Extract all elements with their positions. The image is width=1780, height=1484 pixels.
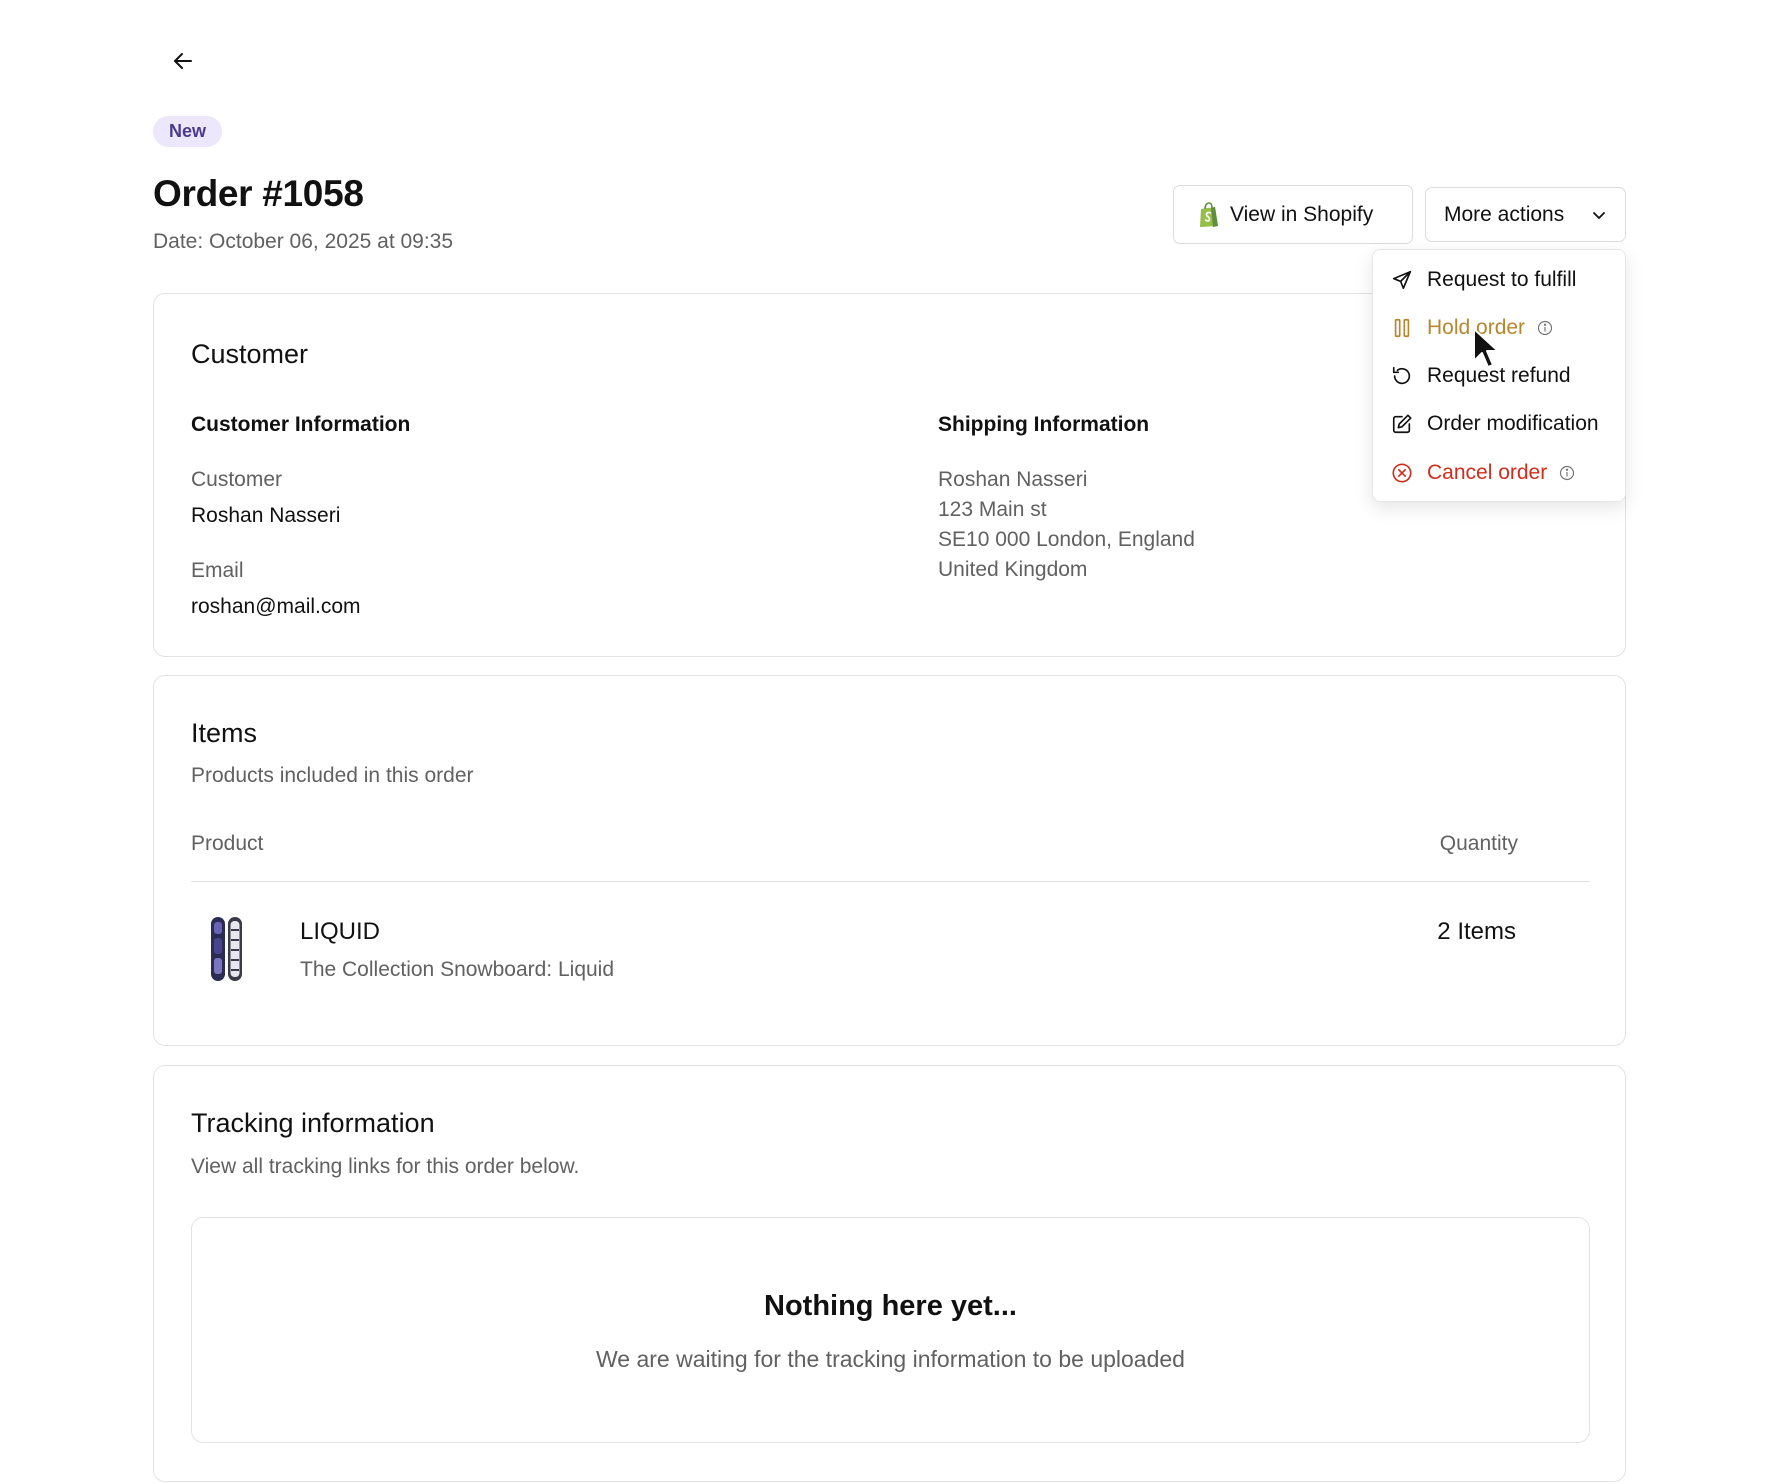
view-in-shopify-button[interactable]: View in Shopify [1173,185,1413,244]
email-label: Email [191,559,244,582]
product-description: The Collection Snowboard: Liquid [300,958,615,981]
view-in-shopify-label: View in Shopify [1230,202,1374,226]
product-name: LIQUID [300,918,381,945]
menu-item-cancel-order[interactable]: Cancel order [1373,451,1625,495]
items-table-header: Product Quantity [191,832,1590,882]
page-title: Order #1058 [153,173,364,214]
edit-icon [1390,412,1414,436]
tracking-empty-state: Nothing here yet... We are waiting for t… [191,1217,1590,1443]
arrow-left-icon [174,53,192,69]
info-icon[interactable] [1559,465,1575,481]
pause-icon [1390,316,1414,340]
shipping-city: SE10 000 London, England [938,528,1195,551]
menu-item-label: Order modification [1427,412,1599,435]
product-image [211,917,242,981]
shopify-bag-icon [1200,201,1218,227]
info-icon[interactable] [1537,320,1553,336]
more-actions-menu: Request to fulfill Hold order Request re… [1372,249,1626,502]
x-circle-icon [1390,461,1414,485]
column-header-quantity: Quantity [1439,832,1518,855]
items-card-title: Items [191,718,258,748]
customer-card-title: Customer [191,339,309,369]
customer-email: roshan@mail.com [191,595,361,618]
tracking-card: Tracking information View all tracking l… [153,1065,1626,1482]
shipping-street: 123 Main st [938,498,1047,521]
back-button[interactable] [168,46,198,76]
empty-state-title: Nothing here yet... [764,1290,1017,1322]
refresh-icon [1390,364,1414,388]
product-quantity: 2 Items [1437,918,1516,945]
customer-label: Customer [191,468,283,491]
tracking-card-title: Tracking information [191,1108,435,1138]
more-actions-button[interactable]: More actions [1425,187,1626,242]
items-card: Items Products included in this order Pr… [153,675,1626,1046]
menu-item-request-to-fulfill[interactable]: Request to fulfill [1373,258,1625,302]
menu-item-label: Request to fulfill [1427,268,1577,291]
menu-item-order-modification[interactable]: Order modification [1373,402,1625,446]
more-actions-label: More actions [1444,202,1565,226]
shipping-country: United Kingdom [938,558,1088,581]
customer-information-heading: Customer Information [191,413,411,436]
shipping-information-heading: Shipping Information [938,413,1150,436]
items-card-subtitle: Products included in this order [191,764,474,787]
order-date: Date: October 06, 2025 at 09:35 [153,230,454,253]
shipping-name: Roshan Nasseri [938,468,1088,491]
menu-item-label: Cancel order [1427,461,1548,484]
customer-name: Roshan Nasseri [191,504,341,527]
status-badge: New [153,116,223,147]
chevron-down-icon [1593,211,1605,219]
send-icon [1390,268,1414,292]
column-header-product: Product [191,832,264,855]
mouse-cursor-icon [1473,328,1499,368]
empty-state-message: We are waiting for the tracking informat… [596,1346,1185,1372]
tracking-card-subtitle: View all tracking links for this order b… [191,1155,580,1178]
